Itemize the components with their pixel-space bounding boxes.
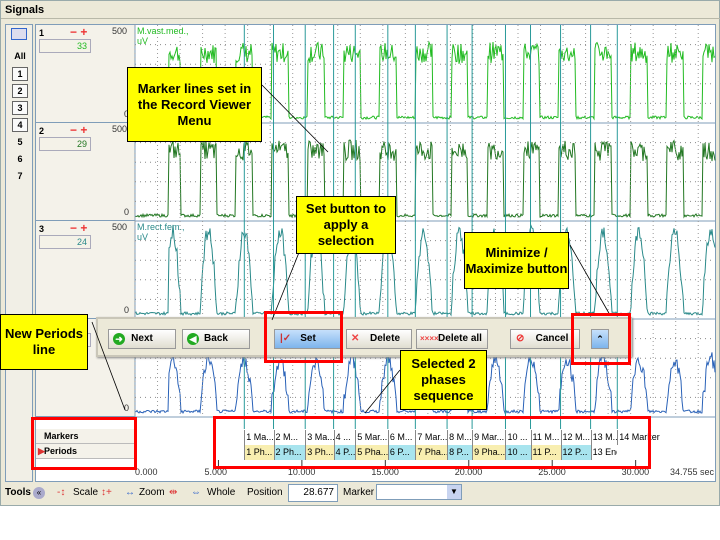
delete-all-button[interactable]: ×××× Delete all xyxy=(416,329,488,349)
tools-bar: Tools « -↕ Scale ↕+ ↔ Zoom ⇹ ⇔ Whole Pos… xyxy=(1,484,720,504)
highlight-set xyxy=(264,311,343,363)
note-marker-lines: Marker lines set in the Record Viewer Me… xyxy=(127,67,262,142)
channel-2-signal xyxy=(134,139,716,219)
scale-label: Scale xyxy=(73,487,99,498)
channel-6[interactable]: 6 xyxy=(12,154,28,164)
all-channels[interactable]: All xyxy=(12,51,28,61)
highlight-minimize xyxy=(571,313,631,365)
scale-up-icon[interactable]: ↕+ xyxy=(101,487,112,498)
select-channels-icon[interactable] xyxy=(11,28,27,40)
channel-button-1[interactable]: 1 xyxy=(12,67,28,81)
highlight-periods-label xyxy=(31,417,137,470)
channel-button-4[interactable]: 4 xyxy=(12,118,28,132)
channel-sidebar: All 1 2 3 4 5 6 7 xyxy=(5,24,33,482)
delete-all-icon: ×××× xyxy=(420,334,439,343)
position-input[interactable]: 28.677 xyxy=(288,484,338,502)
marker-action-panel: ➜ Next ◀ Back |✓ Set ✕ Delete ×××× Delete all… xyxy=(96,317,632,357)
note-minimize: Minimize / Maximize button xyxy=(464,232,569,289)
channel-button-3[interactable]: 3 xyxy=(12,101,28,115)
tools-label: Tools xyxy=(5,487,31,498)
zoom-in-icon[interactable]: ⇹ xyxy=(169,487,177,498)
back-button[interactable]: ◀ Back xyxy=(182,329,250,349)
channel-5[interactable]: 5 xyxy=(12,137,28,147)
whole-button[interactable]: Whole xyxy=(207,487,235,498)
zoom-out-icon[interactable]: ↔ xyxy=(125,487,135,498)
note-selected: Selected 2 phases sequence xyxy=(400,350,487,410)
delete-icon: ✕ xyxy=(351,333,360,344)
note-new-periods: New Periods line xyxy=(0,314,88,370)
delete-button[interactable]: ✕ Delete xyxy=(346,329,412,349)
whole-icon[interactable]: ⇔ xyxy=(191,487,201,498)
collapse-tools-icon[interactable]: « xyxy=(33,487,45,499)
marker-label: Marker xyxy=(343,487,375,498)
scale-down-icon[interactable]: -↕ xyxy=(57,487,65,498)
axis-tick-label: 0.000 xyxy=(135,467,158,477)
channel-button-2[interactable]: 2 xyxy=(12,84,28,98)
cancel-button[interactable]: ⊘ Cancel xyxy=(510,329,580,349)
zoom-label: Zoom xyxy=(139,487,165,498)
cancel-icon: ⊘ xyxy=(516,333,525,344)
axis-end-label: 34.755 sec xyxy=(670,467,715,477)
channel-7[interactable]: 7 xyxy=(12,171,28,181)
marker-select[interactable]: ▼ xyxy=(376,484,462,500)
next-button[interactable]: ➜ Next xyxy=(108,329,176,349)
highlight-selection xyxy=(213,416,651,469)
chevron-down-icon[interactable]: ▼ xyxy=(447,485,461,499)
window-title: Signals xyxy=(5,4,45,16)
channel-3-signal xyxy=(134,223,716,317)
divider xyxy=(1,18,720,19)
arrow-right-icon: ➜ xyxy=(113,333,125,345)
position-label: Position xyxy=(247,487,283,498)
note-set-button: Set button to apply a selection xyxy=(296,196,396,254)
arrow-left-icon: ◀ xyxy=(187,333,199,345)
